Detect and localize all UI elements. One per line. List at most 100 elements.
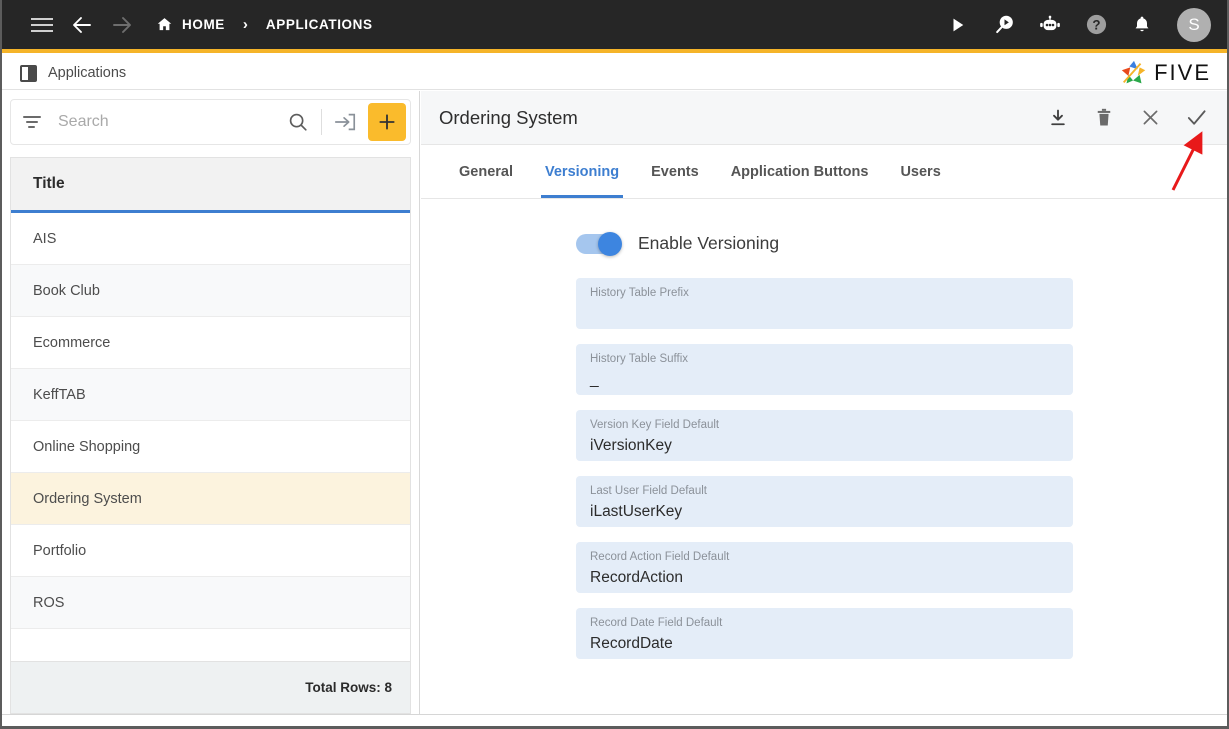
search-input[interactable] bbox=[58, 113, 281, 131]
tab-versioning[interactable]: Versioning bbox=[529, 145, 635, 198]
field-version-key-field-default[interactable]: Version Key Field Default iVersionKey bbox=[576, 410, 1073, 461]
enable-versioning-row: Enable Versioning bbox=[576, 231, 1227, 256]
bell-icon bbox=[1135, 16, 1149, 32]
grid-cell-title: ROS bbox=[33, 594, 65, 611]
breadcrumb-home-label: HOME bbox=[182, 17, 225, 32]
tab-events[interactable]: Events bbox=[635, 145, 715, 198]
grid-cell-title: Ecommerce bbox=[33, 334, 111, 351]
help-icon: ? bbox=[1086, 14, 1106, 35]
enable-versioning-label: Enable Versioning bbox=[638, 233, 780, 253]
hamburger-menu-button[interactable] bbox=[22, 5, 62, 45]
trash-icon bbox=[1097, 108, 1111, 125]
grid-row-container: AIS Book Club Ecommerce KeffTAB Online Shopp… bbox=[11, 213, 410, 661]
search-button[interactable] bbox=[281, 111, 315, 133]
page-title: Ordering System bbox=[439, 106, 578, 128]
topbar-action-group: ? S bbox=[943, 7, 1211, 42]
module-tab-applications[interactable]: Applications bbox=[20, 64, 127, 82]
field-history-table-suffix[interactable]: History Table Suffix _ bbox=[576, 344, 1073, 395]
chatbot-button[interactable] bbox=[1035, 10, 1065, 40]
forward-button[interactable] bbox=[102, 5, 142, 45]
svg-text:?: ? bbox=[1092, 17, 1100, 32]
applications-list-panel: Title AIS Book Club Ecommerce KeffTAB Online… bbox=[2, 91, 420, 714]
grid-row-ordering-system[interactable]: Ordering System bbox=[11, 473, 410, 525]
enable-versioning-toggle[interactable] bbox=[576, 231, 622, 256]
hamburger-icon bbox=[31, 17, 53, 32]
filter-icon[interactable] bbox=[23, 116, 45, 128]
grid-cell-title: Ordering System bbox=[33, 490, 142, 507]
field-last-user-field-default[interactable]: Last User Field Default iLastUserKey bbox=[576, 476, 1073, 527]
versioning-fields: History Table Prefix History Table Suffix… bbox=[576, 278, 1227, 659]
field-record-action-field-default[interactable]: Record Action Field Default RecordAction bbox=[576, 542, 1073, 593]
run-icon bbox=[953, 18, 964, 31]
grid-column-header-title[interactable]: Title bbox=[11, 158, 410, 213]
five-star-icon bbox=[1121, 60, 1146, 84]
tab-users[interactable]: Users bbox=[884, 145, 956, 198]
grid-footer: Total Rows: 8 bbox=[11, 661, 410, 713]
topbar-left-group: HOME › APPLICATIONS bbox=[22, 5, 373, 45]
field-label: Record Action Field Default bbox=[590, 551, 730, 563]
toggle-knob bbox=[598, 231, 622, 256]
close-icon bbox=[1143, 110, 1157, 125]
grid-row-portfolio[interactable]: Portfolio bbox=[11, 525, 410, 577]
grid-cell-title: Book Club bbox=[33, 282, 100, 299]
top-navigation-bar: HOME › APPLICATIONS ? S bbox=[2, 0, 1227, 53]
download-icon bbox=[1051, 109, 1065, 125]
delete-button[interactable] bbox=[1091, 105, 1117, 131]
tab-label: Events bbox=[651, 163, 699, 180]
tab-application-buttons[interactable]: Application Buttons bbox=[715, 145, 885, 198]
save-button[interactable] bbox=[1183, 105, 1209, 131]
breadcrumb-item-applications[interactable]: APPLICATIONS bbox=[266, 17, 373, 32]
grid-row-ais[interactable]: AIS bbox=[11, 213, 410, 265]
tab-label: Versioning bbox=[545, 163, 620, 180]
search-run-icon bbox=[995, 15, 1013, 34]
breadcrumb-item-home[interactable]: HOME bbox=[156, 16, 225, 33]
breadcrumb-applications-label: APPLICATIONS bbox=[265, 17, 373, 32]
detail-tabs: General Versioning Events Application Butto… bbox=[421, 145, 1227, 199]
grid-cell-title: AIS bbox=[33, 230, 57, 247]
module-strip: Applications FIVE bbox=[2, 57, 1227, 90]
close-button[interactable] bbox=[1137, 105, 1163, 131]
tab-general[interactable]: General bbox=[443, 145, 529, 198]
field-record-date-field-default[interactable]: Record Date Field Default RecordDate bbox=[576, 608, 1073, 659]
avatar-initial: S bbox=[1188, 14, 1200, 34]
module-tab-label: Applications bbox=[48, 65, 127, 81]
breadcrumb: HOME › APPLICATIONS bbox=[156, 16, 373, 33]
field-label: Version Key Field Default bbox=[590, 419, 720, 431]
grid-row-kefftab[interactable]: KeffTAB bbox=[11, 369, 410, 421]
arrow-right-icon bbox=[113, 16, 131, 33]
brand-logo-text: FIVE bbox=[1154, 60, 1211, 85]
bottom-gutter bbox=[2, 714, 1227, 726]
tab-label: General bbox=[459, 163, 513, 180]
tab-label: Application Buttons bbox=[730, 163, 869, 180]
search-run-button[interactable] bbox=[989, 10, 1019, 40]
application-detail-panel: Ordering System General Versioning Event… bbox=[421, 91, 1227, 714]
notifications-button[interactable] bbox=[1127, 10, 1157, 40]
detail-header: Ordering System bbox=[421, 91, 1227, 145]
run-button[interactable] bbox=[943, 10, 973, 40]
brand-logo: FIVE bbox=[1118, 58, 1211, 88]
import-icon bbox=[334, 113, 356, 131]
import-button[interactable] bbox=[328, 111, 362, 133]
add-application-button[interactable] bbox=[368, 103, 406, 141]
field-history-table-prefix[interactable]: History Table Prefix bbox=[576, 278, 1073, 329]
field-value: iLastUserKey bbox=[590, 503, 683, 520]
back-button[interactable] bbox=[62, 5, 102, 45]
field-label: Record Date Field Default bbox=[590, 617, 723, 629]
arrow-left-icon bbox=[73, 16, 91, 33]
field-value: iVersionKey bbox=[590, 437, 672, 454]
field-value: RecordDate bbox=[590, 635, 673, 652]
field-label: Last User Field Default bbox=[590, 485, 707, 497]
grid-row-ros[interactable]: ROS bbox=[11, 577, 410, 629]
plus-icon bbox=[379, 114, 395, 130]
field-value: _ bbox=[590, 371, 599, 388]
tab-label: Users bbox=[900, 163, 941, 180]
grid-row-book-club[interactable]: Book Club bbox=[11, 265, 410, 317]
toolbar-divider bbox=[321, 109, 322, 135]
help-button[interactable]: ? bbox=[1081, 10, 1111, 40]
grid-row-ecommerce[interactable]: Ecommerce bbox=[11, 317, 410, 369]
chatbot-icon bbox=[1040, 15, 1060, 30]
user-avatar[interactable]: S bbox=[1177, 7, 1211, 42]
download-button[interactable] bbox=[1045, 105, 1071, 131]
grid-row-online-shopping[interactable]: Online Shopping bbox=[11, 421, 410, 473]
home-icon bbox=[157, 18, 172, 31]
